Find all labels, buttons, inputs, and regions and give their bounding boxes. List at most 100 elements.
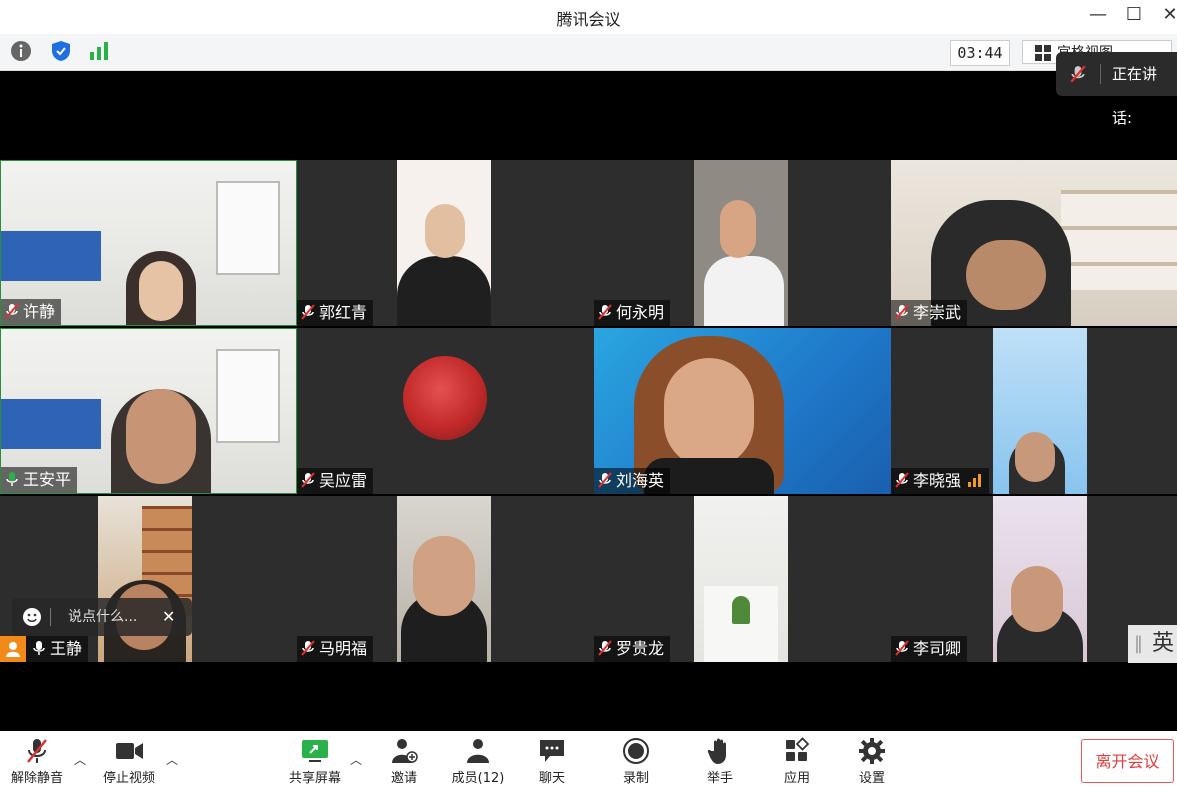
participant-label: 吴应雷 bbox=[297, 468, 374, 494]
share-options-chevron-up-icon[interactable]: ︿ bbox=[350, 751, 362, 768]
mic-muted-icon bbox=[1070, 65, 1086, 83]
settings-button[interactable]: 设置 bbox=[846, 737, 898, 786]
participant-label: 马明福 bbox=[297, 636, 374, 662]
participant-label: 郭红青 bbox=[297, 300, 374, 326]
video-feed bbox=[694, 496, 788, 662]
gear-icon bbox=[859, 738, 885, 764]
maximize-button[interactable]: ☐ bbox=[1122, 4, 1146, 25]
participant-face bbox=[1015, 432, 1055, 482]
speaking-divider bbox=[1100, 64, 1101, 84]
video-feed bbox=[397, 496, 491, 662]
apps-icon bbox=[786, 737, 810, 761]
person-icon bbox=[6, 642, 20, 657]
participant-silhouette bbox=[704, 256, 784, 326]
participant-avatar bbox=[403, 356, 487, 440]
chat-close-icon[interactable]: ✕ bbox=[162, 598, 175, 636]
participant-label: 李司卿 bbox=[891, 636, 968, 662]
stop-video-button[interactable]: 停止视频 bbox=[98, 737, 160, 786]
video-tile[interactable]: 何永明 bbox=[594, 160, 891, 326]
signal-icon[interactable] bbox=[88, 40, 110, 62]
video-options-chevron-up-icon[interactable]: ︿ bbox=[166, 751, 178, 768]
host-badge bbox=[0, 636, 26, 662]
plant bbox=[732, 596, 750, 624]
shield-icon[interactable] bbox=[50, 40, 72, 62]
share-screen-button[interactable]: 共享屏幕 bbox=[284, 737, 346, 786]
minimize-button[interactable]: — bbox=[1086, 4, 1110, 25]
mic-muted-icon bbox=[598, 472, 612, 488]
room-sofa bbox=[1, 399, 101, 449]
emoji-icon[interactable] bbox=[22, 607, 42, 627]
mic-on-icon bbox=[33, 641, 45, 655]
participant-face bbox=[664, 358, 754, 468]
participant-silhouette bbox=[397, 256, 491, 326]
mic-muted-icon bbox=[301, 640, 315, 656]
mic-muted-icon bbox=[895, 304, 909, 320]
title-bar: 腾讯会议 — ☐ ✕ bbox=[0, 0, 1177, 34]
participant-face bbox=[1011, 566, 1063, 632]
speaking-indicator: 正在讲话: bbox=[1056, 52, 1177, 127]
mic-muted-icon bbox=[27, 739, 47, 763]
invite-button[interactable]: 邀请 bbox=[378, 737, 430, 786]
close-button[interactable]: ✕ bbox=[1158, 4, 1177, 25]
meeting-toolbar: 03:44 宫格视图 bbox=[0, 34, 1177, 71]
mic-muted-icon bbox=[895, 640, 909, 656]
participant-face bbox=[425, 204, 465, 258]
chat-input[interactable]: 说点什么... ✕ bbox=[12, 598, 192, 636]
raise-hand-button[interactable]: 举手 bbox=[694, 737, 746, 786]
video-feed bbox=[993, 328, 1087, 494]
record-button[interactable]: 录制 bbox=[610, 737, 662, 786]
mic-muted-icon bbox=[598, 640, 612, 656]
unmute-button[interactable]: 解除静音 bbox=[6, 737, 68, 786]
info-icon[interactable] bbox=[10, 40, 32, 62]
video-feed bbox=[98, 496, 192, 662]
video-tile[interactable]: 王静 bbox=[0, 496, 297, 662]
room-sofa bbox=[1, 231, 101, 281]
participant-label: 罗贵龙 bbox=[594, 636, 671, 662]
video-tile[interactable]: 李晓强 bbox=[891, 328, 1177, 494]
apps-button[interactable]: 应用 bbox=[771, 737, 823, 786]
chat-divider bbox=[50, 608, 51, 626]
video-stage: 许静 郭红青 何永明 李崇武 王安平 吴应雷 刘海英 李晓强 王静 马明福 罗贵… bbox=[0, 71, 1177, 731]
hand-icon bbox=[707, 738, 726, 764]
video-tile[interactable]: 吴应雷 bbox=[297, 328, 594, 494]
members-button[interactable]: 成员(12) bbox=[446, 737, 510, 786]
participant-face bbox=[720, 200, 756, 258]
chat-button[interactable]: 聊天 bbox=[526, 737, 578, 786]
share-screen-icon bbox=[302, 740, 328, 762]
video-tile[interactable]: 许静 bbox=[0, 160, 297, 326]
video-feed bbox=[694, 160, 788, 326]
mic-muted-icon bbox=[598, 304, 612, 320]
leave-meeting-button[interactable]: 离开会议 bbox=[1081, 739, 1174, 783]
add-user-icon bbox=[392, 739, 418, 763]
participant-face bbox=[126, 389, 196, 484]
grid-icon bbox=[1035, 45, 1051, 61]
participant-label: 王静 bbox=[0, 636, 89, 662]
room-window bbox=[216, 349, 280, 443]
members-icon bbox=[467, 739, 489, 763]
speaking-label: 正在讲话: bbox=[1112, 65, 1158, 127]
ime-indicator[interactable]: ‖ 英 bbox=[1128, 625, 1177, 663]
mic-muted-icon bbox=[301, 472, 315, 488]
video-tile[interactable]: 马明福 bbox=[297, 496, 594, 662]
audio-options-chevron-up-icon[interactable]: ︿ bbox=[74, 751, 86, 768]
participant-face bbox=[966, 240, 1046, 310]
camera-icon bbox=[116, 743, 143, 759]
video-tile[interactable]: 王安平 bbox=[0, 328, 297, 494]
video-tile[interactable]: 刘海英 bbox=[594, 328, 891, 494]
control-bar: 解除静音 ︿ 停止视频 ︿ 共享屏幕 ︿ 邀请 成员(12) 聊天 录制 举手 … bbox=[0, 731, 1177, 788]
chat-icon bbox=[540, 740, 564, 762]
window-title: 腾讯会议 bbox=[556, 10, 621, 29]
bookshelf bbox=[1061, 190, 1177, 290]
participant-label: 李崇武 bbox=[891, 300, 968, 326]
mic-on-icon bbox=[6, 472, 18, 486]
volume-level-icon bbox=[968, 474, 982, 487]
ime-label: 英 bbox=[1152, 631, 1175, 656]
participant-label: 李晓强 bbox=[891, 468, 990, 494]
video-feed bbox=[397, 160, 491, 326]
video-tile[interactable]: 李崇武 bbox=[891, 160, 1177, 326]
participant-label: 王安平 bbox=[1, 467, 78, 493]
video-tile[interactable]: 郭红青 bbox=[297, 160, 594, 326]
meeting-timer: 03:44 bbox=[950, 40, 1010, 66]
mic-muted-icon bbox=[5, 303, 19, 319]
video-tile[interactable]: 罗贵龙 bbox=[594, 496, 891, 662]
